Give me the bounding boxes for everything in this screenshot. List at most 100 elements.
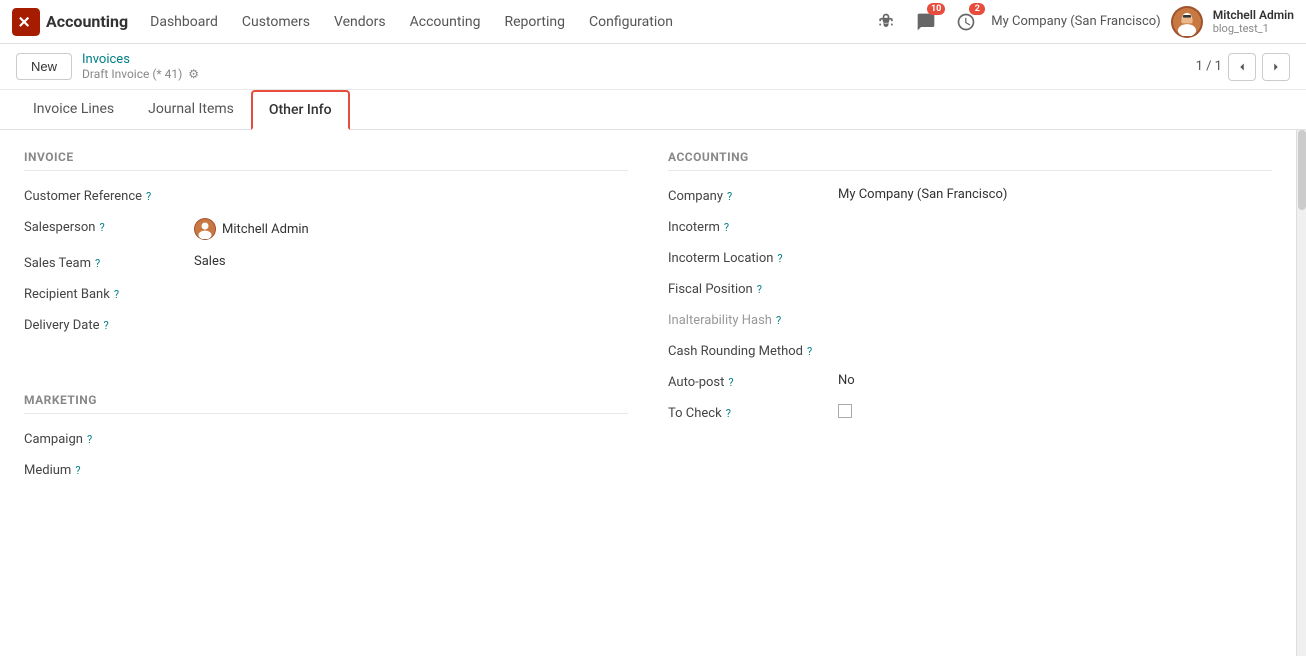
field-label-cash-rounding: Cash Rounding Method ? — [668, 342, 828, 359]
field-recipient-bank: Recipient Bank ? — [24, 285, 628, 302]
nav-configuration[interactable]: Configuration — [579, 10, 683, 34]
field-label-campaign: Campaign ? — [24, 430, 184, 447]
field-label-recipient-bank: Recipient Bank ? — [24, 285, 184, 302]
field-campaign: Campaign ? — [24, 430, 628, 447]
app-logo[interactable]: ✕ Accounting — [12, 8, 128, 36]
field-customer-reference: Customer Reference ? — [24, 187, 628, 204]
field-medium: Medium ? — [24, 461, 628, 478]
chat-badge: 10 — [927, 3, 945, 15]
tab-invoice-lines[interactable]: Invoice Lines — [16, 90, 131, 130]
company-name: My Company (San Francisco) — [991, 14, 1160, 29]
to-check-checkbox[interactable] — [838, 404, 852, 418]
help-cash-rounding[interactable]: ? — [807, 345, 812, 358]
field-auto-post: Auto-post ? No — [668, 373, 1272, 390]
main-content: INVOICE Customer Reference ? Salesperson… — [0, 130, 1306, 656]
field-value-sales-team[interactable]: Sales — [194, 254, 226, 269]
help-to-check[interactable]: ? — [726, 407, 731, 420]
help-recipient-bank[interactable]: ? — [114, 288, 119, 301]
help-sales-team[interactable]: ? — [95, 257, 100, 270]
field-sales-team: Sales Team ? Sales — [24, 254, 628, 271]
field-incoterm: Incoterm ? — [668, 218, 1272, 235]
scrollbar-track — [1296, 130, 1306, 656]
prev-page-button[interactable] — [1228, 53, 1256, 81]
next-page-button[interactable] — [1262, 53, 1290, 81]
breadcrumb-right: 1 / 1 — [1196, 53, 1290, 81]
user-sub: blog_test_1 — [1213, 22, 1269, 35]
chat-icon-btn[interactable]: 10 — [911, 7, 941, 37]
chevron-left-icon — [1235, 60, 1249, 74]
field-label-to-check: To Check ? — [668, 404, 828, 421]
field-value-salesperson[interactable]: Mitchell Admin — [194, 218, 309, 240]
field-label-medium: Medium ? — [24, 461, 184, 478]
field-label-inalterability-hash: Inalterability Hash ? — [668, 311, 828, 328]
field-label-company: Company ? — [668, 187, 828, 204]
field-label-delivery-date: Delivery Date ? — [24, 316, 184, 333]
tabs-bar: Invoice Lines Journal Items Other Info — [0, 90, 1306, 130]
tab-other-info[interactable]: Other Info — [251, 90, 350, 130]
field-label-salesperson: Salesperson ? — [24, 218, 184, 235]
field-label-customer-reference: Customer Reference ? — [24, 187, 184, 204]
help-salesperson[interactable]: ? — [99, 221, 104, 234]
breadcrumb-left: New Invoices Draft Invoice (* 41) ⚙ — [16, 52, 199, 81]
clock-icon — [956, 12, 976, 32]
field-fiscal-position: Fiscal Position ? — [668, 280, 1272, 297]
help-fiscal-position[interactable]: ? — [757, 283, 762, 296]
avatar-icon — [1173, 8, 1201, 36]
breadcrumb-links: Invoices Draft Invoice (* 41) ⚙ — [82, 52, 199, 81]
field-delivery-date: Delivery Date ? — [24, 316, 628, 333]
two-col-layout: INVOICE Customer Reference ? Salesperson… — [24, 150, 1272, 492]
odoo-logo-icon: ✕ — [12, 8, 40, 36]
field-inalterability-hash: Inalterability Hash ? — [668, 311, 1272, 328]
accounting-section-title: ACCOUNTING — [668, 150, 1272, 171]
breadcrumb-invoices-link[interactable]: Invoices — [82, 52, 199, 67]
bug-icon — [876, 12, 896, 32]
help-medium[interactable]: ? — [75, 464, 80, 477]
help-company[interactable]: ? — [727, 190, 732, 203]
help-delivery-date[interactable]: ? — [104, 319, 109, 332]
field-value-auto-post[interactable]: No — [838, 373, 855, 388]
new-button[interactable]: New — [16, 53, 72, 80]
field-label-incoterm-location: Incoterm Location ? — [668, 249, 828, 266]
breadcrumb-bottom: Draft Invoice (* 41) ⚙ — [82, 67, 199, 81]
user-name: Mitchell Admin — [1213, 8, 1294, 22]
marketing-section: MARKETING Campaign ? Medium ? — [24, 393, 628, 478]
chevron-right-icon — [1269, 60, 1283, 74]
field-incoterm-location: Incoterm Location ? — [668, 249, 1272, 266]
help-inalterability-hash[interactable]: ? — [776, 314, 781, 327]
debug-icon-btn[interactable] — [871, 7, 901, 37]
activity-badge: 2 — [969, 3, 985, 15]
field-salesperson: Salesperson ? Mitchell Admin — [24, 218, 628, 240]
nav-vendors[interactable]: Vendors — [324, 10, 396, 34]
help-auto-post[interactable]: ? — [728, 376, 733, 389]
topnav: ✕ Accounting Dashboard Customers Vendors… — [0, 0, 1306, 44]
user-avatar[interactable] — [1171, 6, 1203, 38]
accounting-section: ACCOUNTING Company ? My Company (San Fra… — [668, 150, 1272, 492]
field-label-auto-post: Auto-post ? — [668, 373, 828, 390]
field-label-incoterm: Incoterm ? — [668, 218, 828, 235]
activity-icon-btn[interactable]: 2 — [951, 7, 981, 37]
pagination-text: 1 / 1 — [1196, 59, 1222, 74]
help-customer-reference[interactable]: ? — [146, 190, 151, 203]
salesperson-avatar-icon — [195, 219, 215, 239]
nav-dashboard[interactable]: Dashboard — [140, 10, 228, 34]
scrollbar-thumb[interactable] — [1298, 130, 1306, 210]
help-incoterm[interactable]: ? — [724, 221, 729, 234]
field-to-check: To Check ? — [668, 404, 1272, 421]
marketing-section-title: MARKETING — [24, 393, 628, 414]
topnav-right: 10 2 My Company (San Francisco) Mitchell… — [871, 6, 1294, 38]
nav-customers[interactable]: Customers — [232, 10, 320, 34]
help-campaign[interactable]: ? — [87, 433, 92, 446]
nav-reporting[interactable]: Reporting — [494, 10, 575, 34]
tab-journal-items[interactable]: Journal Items — [131, 90, 251, 130]
user-info: Mitchell Admin blog_test_1 — [1213, 8, 1294, 35]
chat-icon — [916, 12, 936, 32]
content-area: INVOICE Customer Reference ? Salesperson… — [0, 130, 1296, 656]
field-label-sales-team: Sales Team ? — [24, 254, 184, 271]
svg-text:✕: ✕ — [18, 13, 31, 31]
settings-gear-icon[interactable]: ⚙ — [188, 67, 199, 81]
salesperson-avatar — [194, 218, 216, 240]
help-incoterm-location[interactable]: ? — [777, 252, 782, 265]
nav-accounting[interactable]: Accounting — [400, 10, 491, 34]
field-value-company[interactable]: My Company (San Francisco) — [838, 187, 1007, 202]
breadcrumb-current: Draft Invoice (* 41) — [82, 67, 182, 81]
